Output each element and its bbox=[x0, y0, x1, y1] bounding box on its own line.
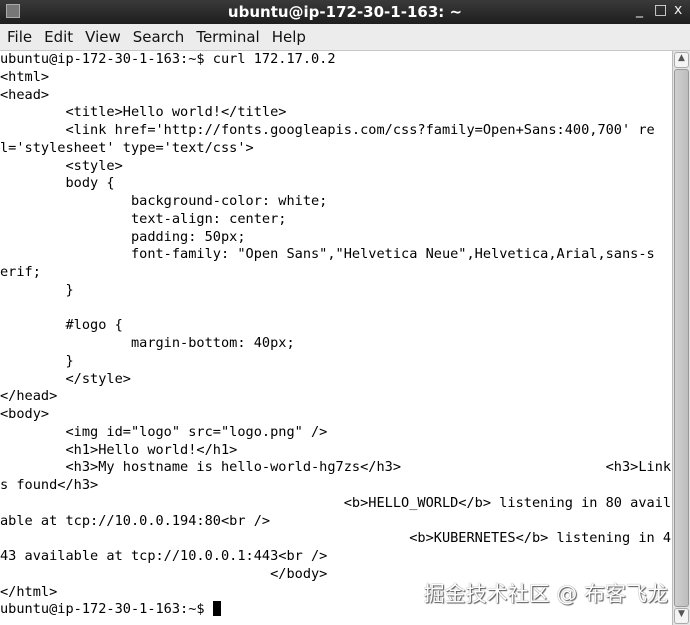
scrollbar[interactable]: ▲ ▼ bbox=[672, 51, 690, 625]
minimize-button[interactable]: _ bbox=[636, 2, 643, 18]
terminal-line: <body> bbox=[0, 406, 50, 422]
terminal-line: } bbox=[0, 281, 74, 298]
close-button[interactable]: x bbox=[674, 2, 682, 18]
menu-edit[interactable]: Edit bbox=[37, 24, 78, 46]
window-title: ubuntu@ip-172-30-1-163: ~ bbox=[227, 3, 463, 21]
terminal-line: margin-bottom: 40px; bbox=[0, 335, 295, 351]
terminal-line: <link href='http://fonts.googleapis.com/… bbox=[0, 122, 655, 138]
scrollbar-thumb[interactable] bbox=[674, 69, 689, 607]
terminal-line: ubuntu@ip-172-30-1-163:~$ curl 172.17.0.… bbox=[0, 51, 336, 67]
prompt: ubuntu@ip-172-30-1-163:~$ bbox=[0, 601, 213, 618]
terminal-line: font-family: "Open Sans","Helvetica Neue… bbox=[0, 246, 655, 263]
title-bar: ubuntu@ip-172-30-1-163: ~ _ □ x bbox=[0, 0, 690, 24]
terminal-line: padding: 50px; bbox=[0, 228, 246, 245]
terminal-line: <img id="logo" src="logo.png" /> bbox=[0, 423, 328, 440]
terminal-line: <b>KUBERNETES</b> listening in 4 bbox=[0, 530, 672, 547]
terminal-line: <head> bbox=[0, 86, 50, 103]
terminal-line: </style> bbox=[0, 370, 131, 387]
terminal-line: #logo { bbox=[0, 317, 123, 334]
terminal-line: able at tcp://10.0.0.194:80<br /> bbox=[0, 512, 271, 529]
menu-search[interactable]: Search bbox=[126, 24, 190, 46]
menu-bar: File Edit View Search Terminal Help bbox=[0, 24, 690, 51]
terminal-line: background-color: white; bbox=[0, 193, 328, 209]
terminal-line: <style> bbox=[0, 157, 123, 174]
terminal-line: </head> bbox=[0, 388, 58, 405]
scroll-up-icon[interactable]: ▲ bbox=[674, 52, 689, 68]
terminal-line: <html> bbox=[0, 68, 50, 85]
terminal-line: <title>Hello world!</title> bbox=[0, 104, 287, 121]
menu-terminal[interactable]: Terminal bbox=[189, 24, 264, 46]
terminal-line: s found</h3> bbox=[0, 477, 99, 493]
menu-file[interactable]: File bbox=[0, 24, 37, 46]
cursor bbox=[212, 601, 221, 617]
terminal-line: <h3>My hostname is hello-world-hg7zs</h3… bbox=[0, 459, 672, 476]
terminal-output[interactable]: ubuntu@ip-172-30-1-163:~$ curl 172.17.0.… bbox=[0, 51, 672, 625]
menu-help[interactable]: Help bbox=[265, 24, 311, 46]
terminal-line: body { bbox=[0, 175, 115, 192]
terminal-line: <h1>Hello world!</h1> bbox=[0, 441, 238, 458]
terminal-line: erif; bbox=[0, 264, 41, 280]
scroll-down-icon[interactable]: ▼ bbox=[674, 608, 689, 624]
terminal-line: 43 available at tcp://10.0.0.1:443<br /> bbox=[0, 548, 328, 564]
watermark: 掘金技术社区 @ 布客飞龙 bbox=[423, 582, 668, 606]
terminal-line: l='stylesheet' type='text/css'> bbox=[0, 139, 254, 156]
terminal-line: text-align: center; bbox=[0, 210, 287, 227]
menu-view[interactable]: View bbox=[78, 24, 126, 46]
maximize-button[interactable]: □ bbox=[654, 2, 667, 18]
terminal-line: <b>HELLO_WORLD</b> listening in 80 avail bbox=[0, 494, 672, 511]
terminal-line: } bbox=[0, 352, 74, 369]
